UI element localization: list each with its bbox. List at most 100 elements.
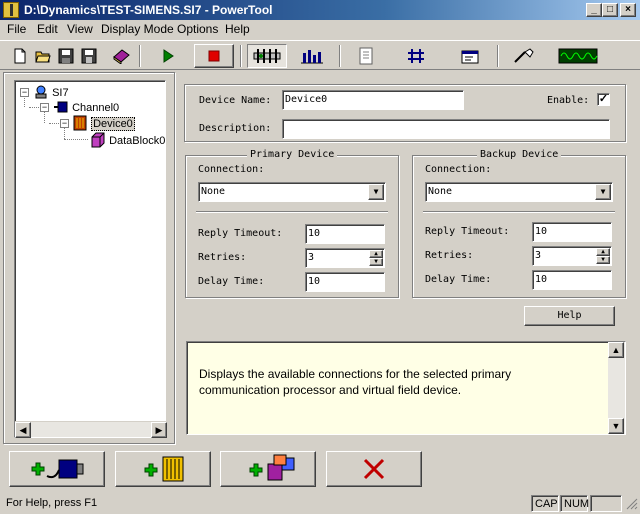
add-channel-icon [31,459,84,479]
description-label: Description: [199,123,272,134]
network-icon[interactable] [396,44,436,68]
primary-connection-label: Connection: [198,164,265,175]
device-name-label: Device Name: [199,95,272,106]
tree-item-channel0[interactable]: Channel0 [53,100,119,114]
minimize-button[interactable]: _ [586,3,602,17]
document-icon[interactable] [346,44,386,68]
backup-connection-value: None [428,186,453,197]
caps-lock-indicator: CAP [531,495,559,512]
add-datablock-button[interactable] [220,451,316,487]
scroll-right-button[interactable]: ▶ [151,422,167,438]
backup-delay-time-input[interactable]: 10 [532,270,612,290]
waveform-icon[interactable] [556,44,600,68]
scroll-left-button[interactable]: ◀ [15,422,31,438]
tree-item-datablock0[interactable]: DataBlock0 [90,132,165,148]
add-datablock-icon [249,454,295,481]
backup-connection-select[interactable]: None ▼ [425,182,613,202]
tree-item-device0[interactable]: Device0 [72,115,135,131]
tree-horizontal-scrollbar[interactable]: ◀ ▶ [15,421,167,438]
enable-label: Enable: [547,95,590,106]
datablock-icon [91,132,105,148]
menu-help[interactable]: Help [225,22,250,36]
channel-icon [54,101,68,113]
scroll-down-button[interactable]: ▼ [608,418,624,434]
tree-label-device0: Device0 [91,117,135,131]
chevron-down-icon[interactable]: ▼ [595,184,611,200]
save-all-icon[interactable] [78,44,100,68]
delete-icon [363,458,385,480]
tree-label-channel0: Channel0 [72,102,120,114]
primary-delay-time-label: Delay Time: [198,276,265,287]
app-icon [3,2,19,18]
primary-connection-value: None [201,186,226,197]
tree-label-datablock0: DataBlock0 [109,135,166,147]
backup-device-title: Backup Device [477,149,562,160]
menu-edit[interactable]: Edit [37,22,58,36]
menu-view[interactable]: View [67,22,93,36]
probe-icon[interactable] [504,44,544,68]
primary-retries-label: Retries: [198,252,247,263]
spin-up-icon[interactable]: ▲ [596,248,610,256]
tree-expander-device0[interactable]: − [60,119,69,128]
tree-expander-si7[interactable]: − [20,88,29,97]
primary-reply-timeout-input[interactable]: 10 [305,224,385,244]
window-title: D:\Dynamics\TEST-SIMENS.SI7 - PowerTool [24,3,273,17]
backup-retries-value: 3 [535,250,542,261]
menu-options[interactable]: Options [177,22,218,36]
chevron-down-icon[interactable]: ▼ [368,184,384,200]
resize-grip-icon[interactable] [625,497,638,510]
title-bar[interactable]: D:\Dynamics\TEST-SIMENS.SI7 - PowerTool … [0,0,640,20]
add-device-button[interactable] [115,451,211,487]
backup-connection-label: Connection: [425,164,492,175]
help-vertical-scrollbar[interactable]: ▲ ▼ [608,342,625,434]
close-button[interactable]: × [620,3,636,17]
help-description-pane: Displays the available connections for t… [186,341,626,435]
primary-retries-value: 3 [308,252,315,263]
primary-retries-stepper[interactable]: 3 ▲ ▼ [305,248,385,268]
help-button[interactable]: Help [524,306,615,326]
backup-reply-timeout-input[interactable]: 10 [532,222,612,242]
tags-icon[interactable] [247,44,287,68]
save-icon[interactable] [55,44,77,68]
status-bar: For Help, press F1 CAP NUM [0,493,640,514]
network-node-icon [35,85,47,99]
backup-retries-stepper[interactable]: 3 ▲ ▼ [532,246,612,266]
spin-down-icon[interactable]: ▼ [369,258,383,266]
backup-reply-timeout-label: Reply Timeout: [425,226,510,237]
open-folder-icon[interactable] [32,44,54,68]
device-info-panel: Device Name: Device0 Enable: ✓ Descripti… [184,84,626,142]
delete-button[interactable] [326,451,422,487]
tree-expander-channel0[interactable]: − [40,103,49,112]
book-icon[interactable] [110,44,132,68]
primary-device-group: Primary Device Connection: None ▼ Reply … [185,149,399,298]
new-file-icon[interactable] [9,44,31,68]
add-channel-button[interactable] [9,451,105,487]
status-text: For Help, press F1 [6,497,98,509]
chart-icon[interactable] [292,44,332,68]
stop-icon[interactable] [194,44,234,68]
spin-up-icon[interactable]: ▲ [369,250,383,258]
maximize-button[interactable]: □ [602,3,618,17]
run-icon[interactable] [148,44,188,68]
device-name-input[interactable]: Device0 [282,90,464,110]
help-text: Displays the available connections for t… [199,367,512,397]
tree-item-si7[interactable]: SI7 [33,85,69,99]
scroll-up-button[interactable]: ▲ [608,342,624,358]
primary-reply-timeout-label: Reply Timeout: [198,228,283,239]
backup-device-group: Backup Device Connection: None ▼ Reply T… [412,149,626,298]
primary-delay-time-input[interactable]: 10 [305,272,385,292]
menu-bar: File Edit View Display Mode Options Help [0,20,640,39]
project-tree[interactable]: − SI7 − Channel0 − Device0 DataBlock0 ◀ … [14,80,167,438]
menu-file[interactable]: File [7,22,26,36]
toolbar [0,40,640,70]
scroll-lock-indicator [590,495,622,512]
description-input[interactable] [282,119,610,139]
enable-checkbox[interactable]: ✓ [597,93,610,106]
spin-down-icon[interactable]: ▼ [596,256,610,264]
primary-device-title: Primary Device [247,149,338,160]
tree-label-si7: SI7 [52,87,69,99]
properties-icon[interactable] [450,44,490,68]
menu-display-mode[interactable]: Display Mode [101,22,174,36]
num-lock-indicator: NUM [560,495,589,512]
primary-connection-select[interactable]: None ▼ [198,182,386,202]
